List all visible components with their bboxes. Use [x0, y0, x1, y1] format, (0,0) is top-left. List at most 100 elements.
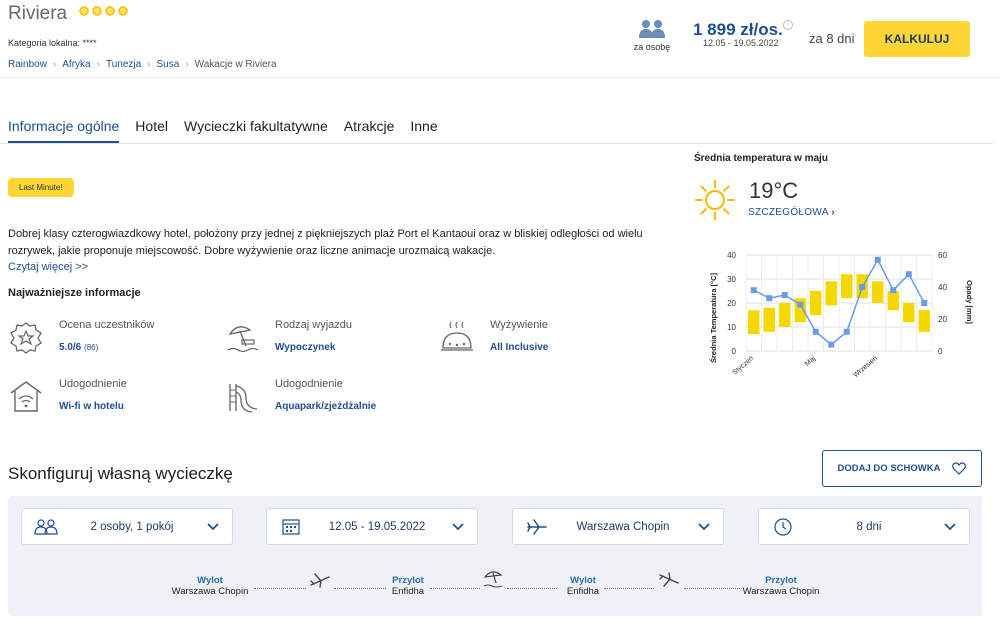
chevron-down-icon	[207, 522, 219, 530]
calculate-button[interactable]: KALKULUJ	[864, 21, 970, 57]
temperature-bar	[841, 274, 853, 299]
star-icon	[91, 5, 103, 17]
precipitation-point	[797, 301, 804, 308]
flight-city: Warszawa Chopin	[171, 586, 249, 597]
local-category: Kategoria lokalna: ****	[8, 38, 97, 48]
precipitation-point	[750, 287, 757, 294]
y-tick-right: 0	[938, 347, 943, 356]
breadcrumb-item[interactable]: Tunezja	[106, 59, 141, 70]
departure-airport-select[interactable]: Warszawa Chopin	[512, 508, 724, 545]
precipitation-point	[828, 341, 835, 348]
breadcrumb-item[interactable]: Afryka	[62, 59, 90, 70]
tab-excursions[interactable]: Wycieczki fakultatywne	[184, 118, 328, 143]
chevron-right-icon: ›	[52, 59, 57, 70]
route-dots	[254, 588, 306, 589]
tab-attractions[interactable]: Atrakcje	[344, 118, 395, 143]
chevron-down-icon	[944, 522, 956, 530]
beach-umbrella-icon	[483, 571, 503, 588]
tab-hotel[interactable]: Hotel	[135, 118, 168, 143]
chevron-right-icon: ›	[185, 59, 189, 70]
feature-value: Wypoczynek	[275, 342, 336, 353]
precipitation-point	[874, 256, 881, 263]
flight-label: Wylot	[197, 575, 223, 586]
flight-city: Warszawa Chopin	[742, 586, 820, 597]
rating-count: (86)	[84, 343, 99, 352]
breadcrumb-item[interactable]: Rainbow	[8, 59, 47, 70]
dates-select[interactable]: 12.05 - 19.05.2022	[266, 508, 478, 545]
takeoff-plane-icon	[310, 573, 330, 588]
flight-label: Przylot	[392, 575, 424, 586]
feature-value: 5.0/6 (86)	[59, 342, 98, 353]
temperature-bar	[763, 307, 775, 332]
precipitation-point	[812, 328, 819, 335]
rating-value: 5.0/6	[59, 342, 82, 353]
precipitation-point	[890, 287, 897, 294]
precipitation-point	[859, 284, 866, 290]
temperature-bar	[887, 291, 899, 311]
precipitation-point	[766, 295, 773, 302]
add-to-favorites-button[interactable]: DODAJ DO SCHOWKA	[822, 450, 982, 487]
heart-icon	[952, 462, 967, 475]
breadcrumb-current: Wakacje w Riviera	[194, 59, 277, 70]
route-dots	[430, 588, 480, 589]
precipitation-point	[781, 292, 788, 298]
feature-value: Aquapark/zjeżdżalnie	[275, 401, 377, 412]
temperature-bar	[918, 310, 930, 332]
temperature-bar	[810, 291, 822, 315]
people-icon	[639, 20, 665, 38]
chevron-right-icon: ›	[147, 59, 151, 70]
tab-general-info[interactable]: Informacje ogólne	[8, 118, 120, 143]
weather-details-label: SZCZEGÓŁOWA	[748, 207, 829, 218]
hotel-name: Riviera	[8, 3, 68, 24]
weather-details-link[interactable]: SZCZEGÓŁOWA ›	[748, 207, 835, 218]
y-tick-right: 40	[938, 283, 947, 292]
duration-label: za 8 dni	[809, 31, 855, 46]
travelers-select[interactable]: 2 osoby, 1 pokój	[21, 508, 233, 545]
y-tick-left: 40	[727, 251, 736, 260]
y-tick-left: 0	[732, 347, 737, 356]
tabs-divider	[0, 143, 993, 144]
temperature-bar	[779, 303, 791, 327]
dates-value: 12.05 - 19.05.2022	[328, 520, 426, 533]
hotel-description: Dobrej klasy czterogwiazdkowy hotel, poł…	[8, 228, 643, 257]
info-icon[interactable]: i	[783, 20, 793, 30]
tab-bar: Informacje ogólne Hotel Wycieczki fakult…	[8, 118, 454, 143]
star-icon	[78, 5, 90, 17]
y-tick-left: 20	[727, 299, 736, 308]
people-icon	[34, 518, 58, 535]
beach-umbrella-icon	[227, 326, 259, 353]
plane-icon	[527, 518, 547, 535]
flight-stop: Wylot Warszawa Chopin	[150, 575, 270, 597]
feature-title: Ocena uczestników	[59, 319, 155, 331]
departure-airport-value: Warszawa Chopin	[576, 520, 670, 533]
y-axis-label-left: Średnia Temperatura [°C]	[709, 273, 718, 363]
landing-plane-icon	[659, 572, 679, 587]
per-person-label: za osobę	[633, 42, 671, 52]
flight-stop: Przylot Warszawa Chopin	[721, 575, 841, 597]
chevron-right-icon: ›	[831, 207, 835, 218]
y-tick-left: 10	[727, 323, 736, 332]
food-cloche-icon	[441, 321, 473, 351]
feature-title: Udogodnienie	[59, 378, 127, 390]
breadcrumb-item[interactable]: Susa	[157, 59, 180, 70]
travelers-value: 2 osoby, 1 pokój	[90, 520, 174, 533]
feature-title: Rodzaj wyjazdu	[275, 319, 353, 331]
tab-other[interactable]: Inne	[410, 118, 437, 143]
y-tick-left: 30	[727, 275, 736, 284]
chevron-down-icon	[698, 522, 710, 530]
last-minute-badge: Last Minute!	[8, 178, 74, 197]
water-slide-icon	[229, 384, 258, 413]
price: 1 899 zł/os.	[693, 20, 783, 39]
star-shield-icon	[10, 322, 42, 354]
duration-value: 8 dni	[856, 520, 882, 533]
x-tick-label: Wrzesień	[852, 355, 879, 379]
flight-label: Wylot	[570, 575, 596, 586]
important-info-title: Najważniejsze informacje	[8, 287, 141, 299]
wifi-house-icon	[10, 381, 42, 412]
duration-select[interactable]: 8 dni	[758, 508, 970, 545]
read-more-link[interactable]: Czytaj więcej >>	[8, 261, 88, 273]
temperature-bar	[872, 281, 884, 303]
header-divider	[0, 77, 1000, 78]
precipitation-point	[905, 271, 912, 278]
temperature-bar	[903, 303, 915, 323]
